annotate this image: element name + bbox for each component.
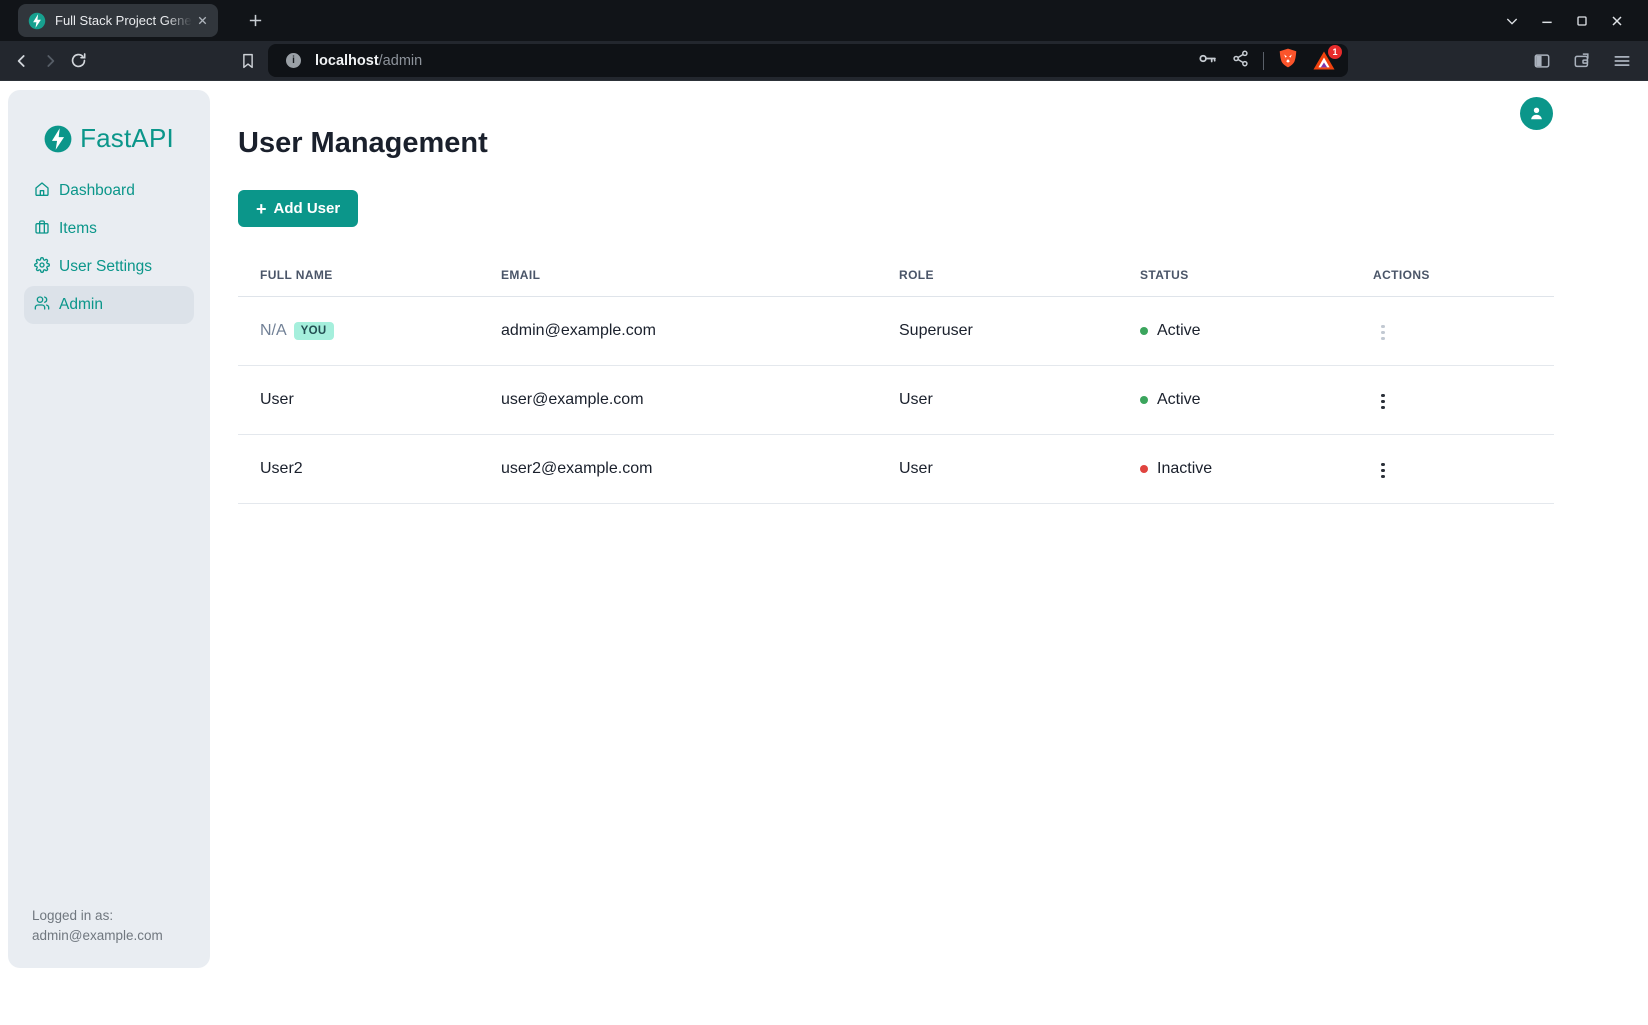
url-text[interactable]: localhost/admin xyxy=(315,53,1197,69)
full-name-value: User xyxy=(238,365,479,434)
row-actions-menu[interactable] xyxy=(1373,388,1393,416)
status-dot xyxy=(1140,396,1148,404)
column-actions: Actions xyxy=(1351,255,1554,296)
tab-search-icon[interactable] xyxy=(1503,12,1521,30)
full-name-value: N/A xyxy=(260,322,287,339)
briefcase-icon xyxy=(34,219,50,240)
role-value: Superuser xyxy=(877,296,1118,365)
full-name-value: User2 xyxy=(238,434,479,503)
you-badge: YOU xyxy=(294,322,334,340)
users-icon xyxy=(34,295,50,316)
email-value: user2@example.com xyxy=(479,434,877,503)
logged-in-email: admin@example.com xyxy=(32,926,186,946)
logged-in-info: Logged in as: admin@example.com xyxy=(8,906,210,968)
fastapi-logo-text: FastAPI xyxy=(80,123,174,154)
share-icon[interactable] xyxy=(1231,49,1250,73)
status-value: Active xyxy=(1157,391,1201,409)
role-value: User xyxy=(877,434,1118,503)
person-icon xyxy=(1527,104,1546,123)
table-row: User user@example.com User Active xyxy=(238,365,1554,434)
fastapi-logo-icon xyxy=(44,125,72,153)
address-bar[interactable]: i localhost/admin 1 xyxy=(268,44,1348,77)
column-email: Email xyxy=(479,255,877,296)
table-row: User2 user2@example.com User Inactive xyxy=(238,434,1554,503)
plus-icon: + xyxy=(256,200,267,218)
browser-toolbar: i localhost/admin 1 xyxy=(0,41,1648,81)
fastapi-logo: FastAPI xyxy=(8,123,210,154)
page-content: FastAPI Dashboard Items xyxy=(0,81,1648,1025)
column-full-name: Full Name xyxy=(238,255,479,296)
address-bar-icons: 1 xyxy=(1197,47,1336,74)
main-panel: User Management + Add User Full Name Ema… xyxy=(238,81,1554,1025)
wallet-icon[interactable] xyxy=(1570,49,1594,73)
site-info-icon[interactable]: i xyxy=(286,53,301,68)
home-icon xyxy=(34,181,50,202)
status-value: Active xyxy=(1157,322,1201,340)
column-status: Status xyxy=(1118,255,1351,296)
maximize-icon[interactable] xyxy=(1573,12,1591,30)
sidebar-item-label: Dashboard xyxy=(59,182,135,200)
table-row: N/A YOU admin@example.com Superuser Activ… xyxy=(238,296,1554,365)
fastapi-favicon-icon xyxy=(28,12,46,30)
rewards-notification-badge: 1 xyxy=(1328,45,1342,59)
gear-icon xyxy=(34,257,50,278)
sidebar-item-user-settings[interactable]: User Settings xyxy=(24,248,194,286)
sidebar-panel-icon[interactable] xyxy=(1530,49,1554,73)
brave-rewards-icon[interactable]: 1 xyxy=(1312,49,1336,73)
row-actions-menu xyxy=(1373,319,1393,347)
brave-shield-icon[interactable] xyxy=(1277,47,1299,74)
reload-icon[interactable] xyxy=(64,47,92,75)
window-controls xyxy=(1503,0,1626,41)
minimize-icon[interactable] xyxy=(1538,12,1556,30)
sidebar-item-admin[interactable]: Admin xyxy=(24,286,194,324)
email-value: admin@example.com xyxy=(479,296,877,365)
email-value: user@example.com xyxy=(479,365,877,434)
key-icon[interactable] xyxy=(1197,48,1218,74)
row-actions-menu[interactable] xyxy=(1373,457,1393,485)
table-header-row: Full Name Email Role Status Actions xyxy=(238,255,1554,296)
sidebar: FastAPI Dashboard Items xyxy=(8,90,210,968)
back-icon[interactable] xyxy=(8,47,36,75)
role-value: User xyxy=(877,365,1118,434)
menu-icon[interactable] xyxy=(1610,49,1634,73)
sidebar-item-label: Items xyxy=(59,220,97,238)
sidebar-item-items[interactable]: Items xyxy=(24,210,194,248)
tab-strip: Full Stack Project Genera xyxy=(0,0,1648,41)
toolbar-right-icons xyxy=(1530,49,1634,73)
status-dot xyxy=(1140,327,1148,335)
add-user-label: Add User xyxy=(274,200,341,217)
logged-in-label: Logged in as: xyxy=(32,906,186,926)
users-table: Full Name Email Role Status Actions N/A Y… xyxy=(238,255,1554,504)
column-role: Role xyxy=(877,255,1118,296)
sidebar-item-label: User Settings xyxy=(59,258,152,276)
forward-icon[interactable] xyxy=(36,47,64,75)
url-path: /admin xyxy=(379,53,423,69)
close-window-icon[interactable] xyxy=(1608,12,1626,30)
sidebar-nav: Dashboard Items User Settings xyxy=(8,172,210,324)
tab-title: Full Stack Project Genera xyxy=(55,13,192,28)
add-user-button[interactable]: + Add User xyxy=(238,190,358,227)
status-dot xyxy=(1140,465,1148,473)
user-avatar-button[interactable] xyxy=(1520,97,1553,130)
bookmark-icon[interactable] xyxy=(236,49,260,73)
divider xyxy=(1263,52,1264,70)
tab-close-icon[interactable] xyxy=(194,13,210,29)
status-value: Inactive xyxy=(1157,460,1212,478)
sidebar-item-dashboard[interactable]: Dashboard xyxy=(24,172,194,210)
page-title: User Management xyxy=(238,127,488,160)
sidebar-item-label: Admin xyxy=(59,296,103,314)
url-host: localhost xyxy=(315,53,379,69)
browser-tab[interactable]: Full Stack Project Genera xyxy=(18,4,218,37)
browser-window: Full Stack Project Genera xyxy=(0,0,1648,1025)
new-tab-button[interactable] xyxy=(243,8,268,33)
